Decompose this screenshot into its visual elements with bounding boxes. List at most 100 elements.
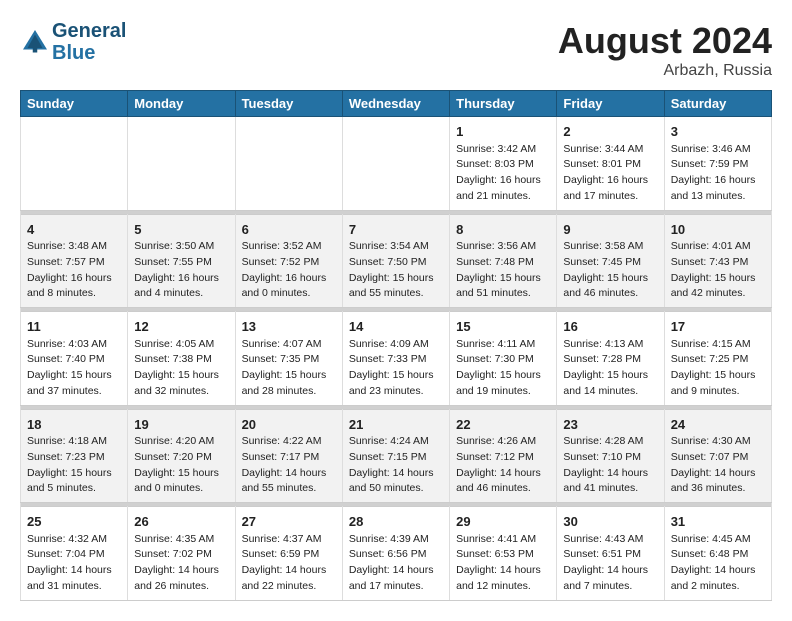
daylight-text: Daylight: 14 hours and 2 minutes. [671, 563, 765, 595]
month-title: August 2024 [558, 20, 772, 62]
sunrise-text: Sunrise: 4:41 AM [456, 532, 550, 548]
sunrise-text: Sunrise: 4:20 AM [134, 434, 228, 450]
day-cell: 11Sunrise: 4:03 AMSunset: 7:40 PMDayligh… [21, 312, 128, 406]
day-cell: 21Sunrise: 4:24 AMSunset: 7:15 PMDayligh… [342, 409, 449, 503]
sunrise-text: Sunrise: 4:26 AM [456, 434, 550, 450]
day-cell: 2Sunrise: 3:44 AMSunset: 8:01 PMDaylight… [557, 117, 664, 211]
sunset-text: Sunset: 7:52 PM [242, 255, 336, 271]
daylight-text: Daylight: 14 hours and 17 minutes. [349, 563, 443, 595]
sunrise-text: Sunrise: 4:15 AM [671, 337, 765, 353]
sunset-text: Sunset: 7:02 PM [134, 547, 228, 563]
daylight-text: Daylight: 15 hours and 19 minutes. [456, 368, 550, 400]
daylight-text: Daylight: 14 hours and 55 minutes. [242, 466, 336, 498]
daylight-text: Daylight: 14 hours and 12 minutes. [456, 563, 550, 595]
sunset-text: Sunset: 7:23 PM [27, 450, 121, 466]
day-number: 28 [349, 512, 443, 532]
daylight-text: Daylight: 15 hours and 32 minutes. [134, 368, 228, 400]
day-cell: 30Sunrise: 4:43 AMSunset: 6:51 PMDayligh… [557, 507, 664, 601]
sunset-text: Sunset: 7:25 PM [671, 352, 765, 368]
calendar-table: SundayMondayTuesdayWednesdayThursdayFrid… [20, 90, 772, 601]
day-number: 24 [671, 415, 765, 435]
day-cell: 4Sunrise: 3:48 AMSunset: 7:57 PMDaylight… [21, 214, 128, 308]
day-cell: 6Sunrise: 3:52 AMSunset: 7:52 PMDaylight… [235, 214, 342, 308]
day-number: 31 [671, 512, 765, 532]
day-number: 26 [134, 512, 228, 532]
col-header-friday: Friday [557, 91, 664, 117]
day-number: 17 [671, 317, 765, 337]
col-header-wednesday: Wednesday [342, 91, 449, 117]
daylight-text: Daylight: 14 hours and 26 minutes. [134, 563, 228, 595]
day-number: 25 [27, 512, 121, 532]
sunrise-text: Sunrise: 4:11 AM [456, 337, 550, 353]
daylight-text: Daylight: 14 hours and 41 minutes. [563, 466, 657, 498]
sunset-text: Sunset: 7:12 PM [456, 450, 550, 466]
day-cell: 24Sunrise: 4:30 AMSunset: 7:07 PMDayligh… [664, 409, 771, 503]
day-cell: 29Sunrise: 4:41 AMSunset: 6:53 PMDayligh… [450, 507, 557, 601]
day-number: 4 [27, 220, 121, 240]
day-cell: 7Sunrise: 3:54 AMSunset: 7:50 PMDaylight… [342, 214, 449, 308]
day-number: 1 [456, 122, 550, 142]
day-number: 10 [671, 220, 765, 240]
day-number: 2 [563, 122, 657, 142]
day-cell: 23Sunrise: 4:28 AMSunset: 7:10 PMDayligh… [557, 409, 664, 503]
day-cell: 22Sunrise: 4:26 AMSunset: 7:12 PMDayligh… [450, 409, 557, 503]
sunset-text: Sunset: 6:53 PM [456, 547, 550, 563]
col-header-monday: Monday [128, 91, 235, 117]
sunset-text: Sunset: 7:20 PM [134, 450, 228, 466]
daylight-text: Daylight: 15 hours and 0 minutes. [134, 466, 228, 498]
daylight-text: Daylight: 15 hours and 37 minutes. [27, 368, 121, 400]
day-number: 7 [349, 220, 443, 240]
sunset-text: Sunset: 8:03 PM [456, 157, 550, 173]
sunrise-text: Sunrise: 4:05 AM [134, 337, 228, 353]
day-cell: 27Sunrise: 4:37 AMSunset: 6:59 PMDayligh… [235, 507, 342, 601]
sunset-text: Sunset: 7:48 PM [456, 255, 550, 271]
day-number: 8 [456, 220, 550, 240]
daylight-text: Daylight: 15 hours and 55 minutes. [349, 271, 443, 303]
daylight-text: Daylight: 15 hours and 5 minutes. [27, 466, 121, 498]
sunrise-text: Sunrise: 3:58 AM [563, 239, 657, 255]
sunset-text: Sunset: 7:45 PM [563, 255, 657, 271]
day-number: 5 [134, 220, 228, 240]
day-cell: 19Sunrise: 4:20 AMSunset: 7:20 PMDayligh… [128, 409, 235, 503]
day-cell [342, 117, 449, 211]
col-header-saturday: Saturday [664, 91, 771, 117]
day-number: 20 [242, 415, 336, 435]
sunset-text: Sunset: 7:57 PM [27, 255, 121, 271]
week-row-3: 11Sunrise: 4:03 AMSunset: 7:40 PMDayligh… [21, 312, 772, 406]
day-cell: 16Sunrise: 4:13 AMSunset: 7:28 PMDayligh… [557, 312, 664, 406]
sunrise-text: Sunrise: 4:35 AM [134, 532, 228, 548]
sunrise-text: Sunrise: 4:18 AM [27, 434, 121, 450]
daylight-text: Daylight: 14 hours and 22 minutes. [242, 563, 336, 595]
daylight-text: Daylight: 15 hours and 46 minutes. [563, 271, 657, 303]
sunset-text: Sunset: 7:15 PM [349, 450, 443, 466]
sunrise-text: Sunrise: 4:13 AM [563, 337, 657, 353]
sunrise-text: Sunrise: 4:22 AM [242, 434, 336, 450]
daylight-text: Daylight: 16 hours and 4 minutes. [134, 271, 228, 303]
sunset-text: Sunset: 7:07 PM [671, 450, 765, 466]
day-cell: 3Sunrise: 3:46 AMSunset: 7:59 PMDaylight… [664, 117, 771, 211]
day-cell: 15Sunrise: 4:11 AMSunset: 7:30 PMDayligh… [450, 312, 557, 406]
sunrise-text: Sunrise: 4:07 AM [242, 337, 336, 353]
daylight-text: Daylight: 14 hours and 46 minutes. [456, 466, 550, 498]
week-row-5: 25Sunrise: 4:32 AMSunset: 7:04 PMDayligh… [21, 507, 772, 601]
week-row-4: 18Sunrise: 4:18 AMSunset: 7:23 PMDayligh… [21, 409, 772, 503]
day-number: 19 [134, 415, 228, 435]
sunset-text: Sunset: 7:59 PM [671, 157, 765, 173]
day-number: 23 [563, 415, 657, 435]
sunrise-text: Sunrise: 4:37 AM [242, 532, 336, 548]
sunset-text: Sunset: 8:01 PM [563, 157, 657, 173]
sunset-text: Sunset: 7:10 PM [563, 450, 657, 466]
daylight-text: Daylight: 16 hours and 21 minutes. [456, 173, 550, 205]
sunrise-text: Sunrise: 3:44 AM [563, 142, 657, 158]
sunset-text: Sunset: 7:55 PM [134, 255, 228, 271]
location: Arbazh, Russia [558, 62, 772, 80]
page-header: General Blue August 2024 Arbazh, Russia [20, 20, 772, 80]
logo-icon [20, 27, 50, 57]
sunset-text: Sunset: 6:59 PM [242, 547, 336, 563]
sunset-text: Sunset: 6:51 PM [563, 547, 657, 563]
logo-blue: Blue [52, 42, 126, 64]
day-number: 16 [563, 317, 657, 337]
sunset-text: Sunset: 7:35 PM [242, 352, 336, 368]
col-header-thursday: Thursday [450, 91, 557, 117]
daylight-text: Daylight: 14 hours and 7 minutes. [563, 563, 657, 595]
